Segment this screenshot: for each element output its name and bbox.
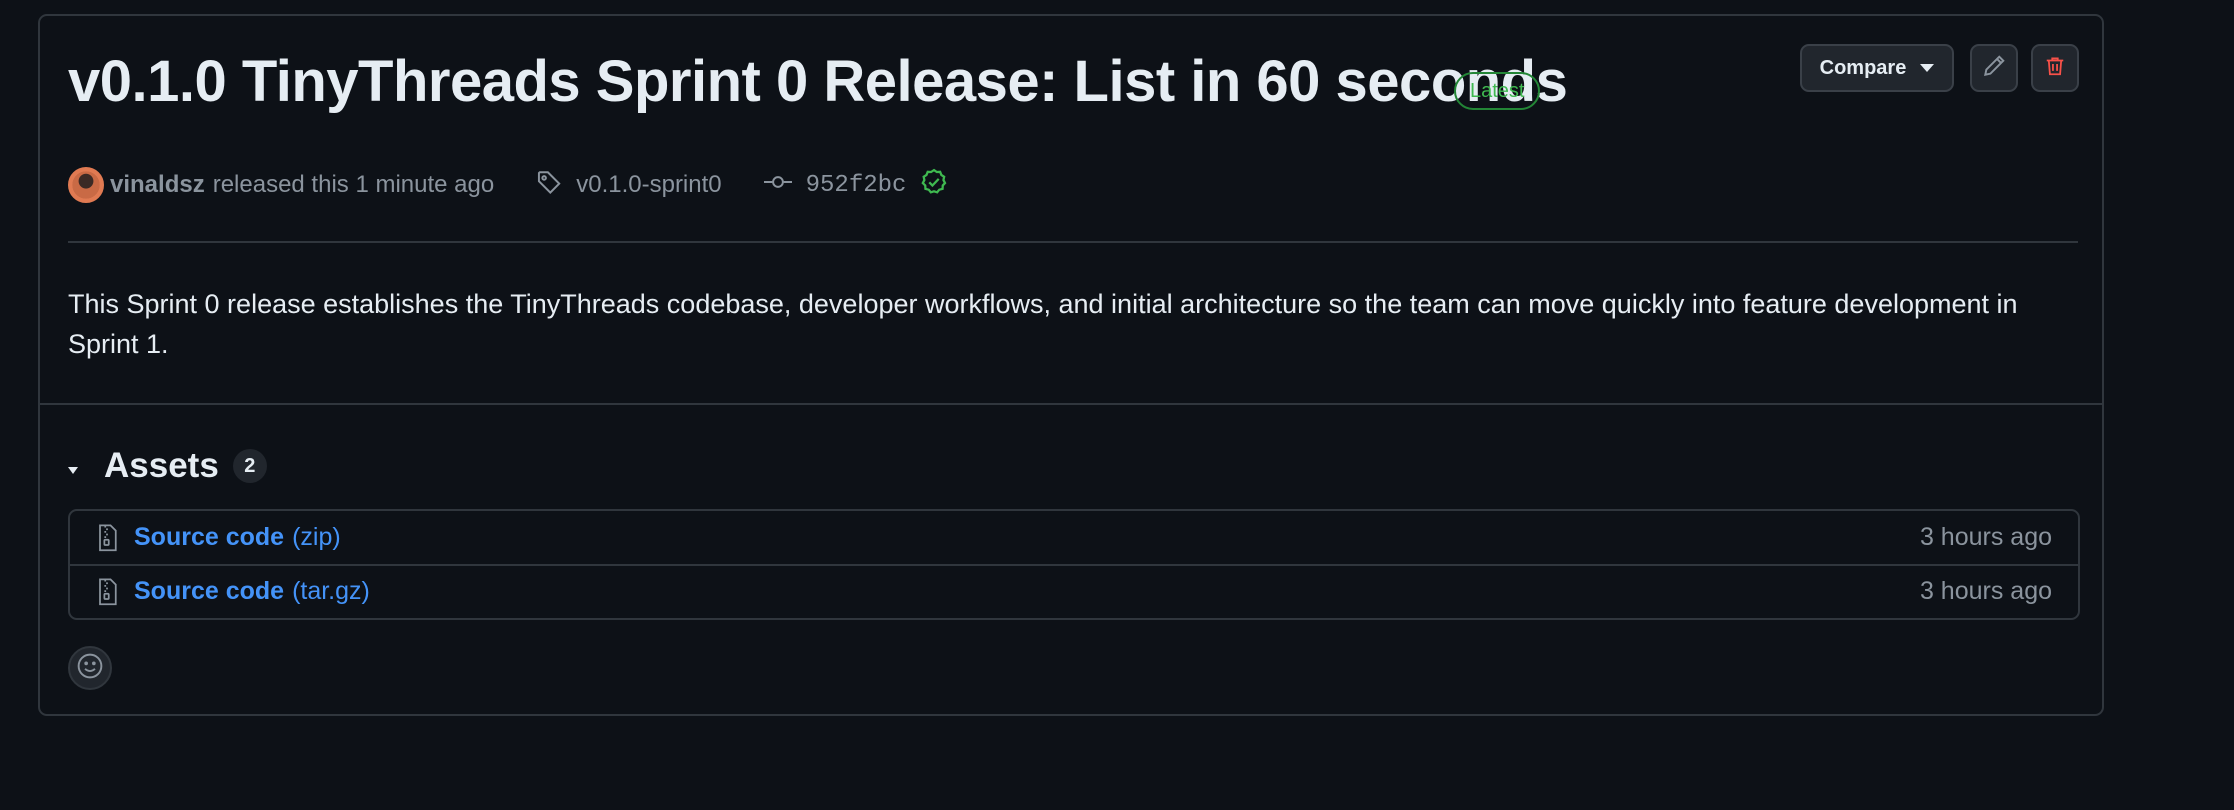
release-title: v0.1.0 TinyThreads Sprint 0 Release: Lis… — [68, 49, 1568, 114]
asset-name[interactable]: Source code — [134, 523, 284, 552]
tag-link[interactable]: v0.1.0-sprint0 — [536, 169, 722, 202]
add-reaction-button[interactable] — [68, 646, 112, 690]
avatar[interactable] — [68, 167, 104, 203]
commit-sha: 952f2bc — [805, 171, 907, 199]
assets-toggle[interactable]: Assets 2 — [68, 446, 267, 486]
smiley-icon — [76, 652, 104, 685]
asset-row-targz[interactable]: Source code (tar.gz) 3 hours ago — [70, 564, 2078, 617]
pencil-icon — [1982, 54, 2006, 83]
asset-time: 3 hours ago — [1919, 577, 2052, 605]
delete-release-button[interactable] — [2031, 44, 2079, 92]
asset-extension[interactable]: (tar.gz) — [292, 577, 370, 606]
trash-icon — [2044, 54, 2066, 83]
git-commit-icon — [763, 171, 792, 199]
section-divider — [40, 403, 2102, 405]
latest-badge: Latest — [1454, 72, 1541, 110]
asset-extension[interactable]: (zip) — [292, 523, 341, 552]
release-card: v0.1.0 TinyThreads Sprint 0 Release: Lis… — [38, 14, 2104, 716]
assets-count-badge: 2 — [232, 449, 267, 483]
asset-time: 3 hours ago — [1919, 523, 2052, 551]
edit-release-button[interactable] — [1970, 44, 2018, 92]
assets-list: Source code (zip) 3 hours ago Source cod… — [68, 509, 2080, 620]
release-meta: vinaldsz released this 1 minute ago v0.1… — [68, 152, 948, 218]
tag-label: v0.1.0-sprint0 — [576, 171, 722, 198]
assets-title: Assets — [104, 446, 219, 485]
chevron-down-icon — [1920, 64, 1935, 72]
file-zip-icon — [96, 578, 118, 606]
asset-row-zip[interactable]: Source code (zip) 3 hours ago — [70, 511, 2078, 564]
file-zip-icon — [96, 524, 118, 552]
header-divider — [68, 241, 2078, 243]
release-description: This Sprint 0 release establishes the Ti… — [68, 289, 2018, 359]
compare-button[interactable]: Compare — [1800, 44, 1954, 92]
triangle-down-icon — [68, 466, 78, 474]
asset-name[interactable]: Source code — [134, 577, 284, 606]
tag-icon — [536, 169, 562, 202]
author-link[interactable]: vinaldsz — [110, 171, 205, 199]
check-circle-icon — [920, 168, 948, 203]
commit-link[interactable]: 952f2bc — [763, 168, 949, 203]
compare-button-label: Compare — [1819, 56, 1907, 79]
released-time: released this 1 minute ago — [212, 171, 495, 198]
